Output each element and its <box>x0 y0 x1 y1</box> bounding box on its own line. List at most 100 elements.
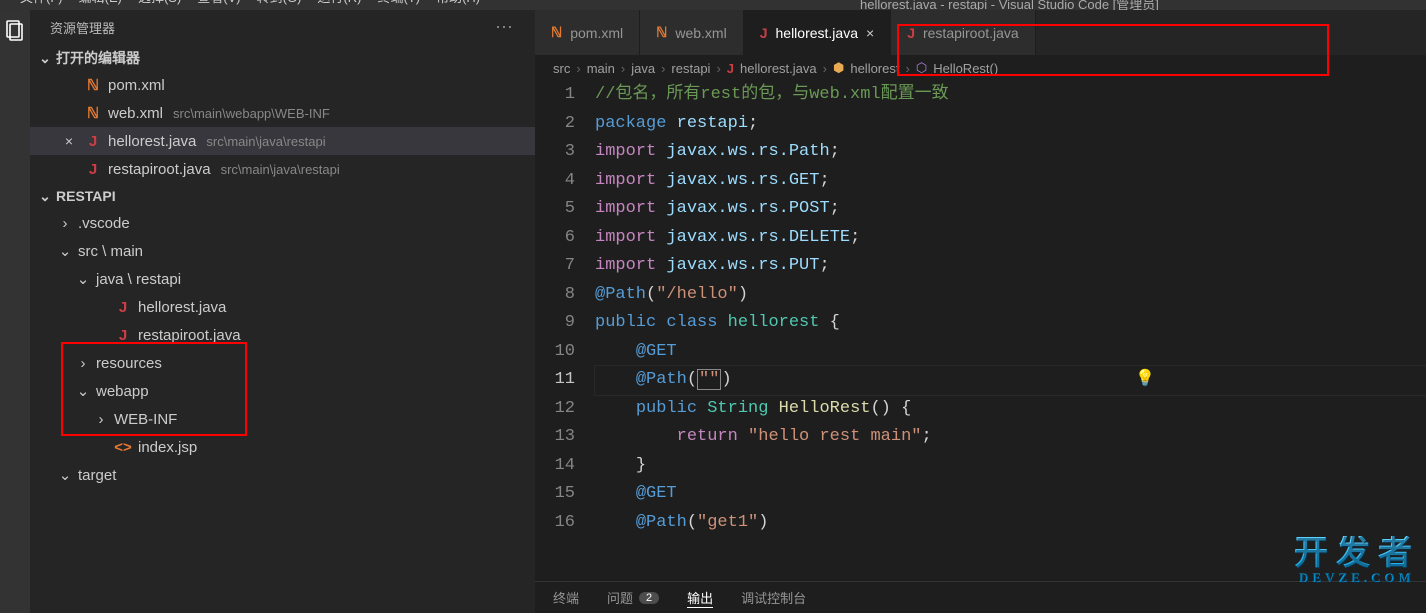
folder-name: src \ main <box>78 243 143 260</box>
menu-item[interactable]: 帮助(H) <box>436 0 480 6</box>
lightbulb-icon[interactable]: 💡 <box>1135 368 1155 388</box>
menu-item[interactable]: 终端(T) <box>377 0 420 6</box>
tree-item[interactable]: ⌄target <box>30 461 535 489</box>
line-number: 11 <box>535 366 575 395</box>
menu-item[interactable]: 运行(R) <box>317 0 361 6</box>
folder-name: resources <box>96 355 162 372</box>
open-editor-item[interactable]: ×Jhellorest.javasrc\main\java\restapi <box>30 127 535 155</box>
code-line[interactable]: @GET <box>595 480 1426 509</box>
chevron-icon: ⌄ <box>58 242 72 260</box>
breadcrumb-segment[interactable]: main <box>587 61 615 76</box>
menu-item[interactable]: 查看(V) <box>197 0 240 6</box>
menu-item[interactable]: 文件(F) <box>20 0 63 6</box>
line-number: 16 <box>535 509 575 538</box>
tree-item[interactable]: ⌄webapp <box>30 377 535 405</box>
code-line[interactable]: @Path("") <box>595 366 1426 395</box>
tab-label: restapiroot.java <box>923 25 1019 41</box>
tab-label: web.xml <box>675 25 726 41</box>
panel-tab-label: 问题 <box>607 588 633 607</box>
breadcrumb-file[interactable]: hellorest.java <box>740 61 817 76</box>
line-number: 8 <box>535 281 575 310</box>
editor-tabs: ℕpom.xmlℕweb.xmlJhellorest.java×Jrestapi… <box>535 10 1426 55</box>
menu-item[interactable]: 编辑(E) <box>79 0 122 6</box>
breadcrumb-segment[interactable]: java <box>631 61 655 76</box>
open-editor-item[interactable]: Jrestapiroot.java src\main\java\restapi <box>30 155 535 183</box>
code-lines[interactable]: //包名，所有rest的包，与web.xml配置一致package restap… <box>595 81 1426 581</box>
tree-item[interactable]: ⌄java \ restapi <box>30 265 535 293</box>
close-icon[interactable]: × <box>60 133 78 149</box>
panel-tab[interactable]: 调试控制台 <box>741 588 806 607</box>
code-line[interactable]: import javax.ws.rs.Path; <box>595 138 1426 167</box>
more-icon[interactable]: ⋯ <box>495 17 515 38</box>
editor-tab[interactable]: Jhellorest.java× <box>744 10 891 55</box>
code-line[interactable]: } <box>595 452 1426 481</box>
line-number: 15 <box>535 480 575 509</box>
java-icon: J <box>727 61 734 76</box>
code-line[interactable]: @Path("get1") <box>595 509 1426 538</box>
code-editor[interactable]: 12345678910111213141516 //包名，所有rest的包，与w… <box>535 81 1426 581</box>
breadcrumb[interactable]: src›main›java›restapi›Jhellorest.java›⬢h… <box>535 55 1426 81</box>
tree-item[interactable]: Jhellorest.java <box>30 293 535 321</box>
java-icon: J <box>84 161 102 178</box>
code-line[interactable]: //包名，所有rest的包，与web.xml配置一致 <box>595 81 1426 110</box>
open-editors-header[interactable]: ⌄ 打开的编辑器 <box>30 45 535 71</box>
tree-item[interactable]: <>index.jsp <box>30 433 535 461</box>
file-path: src\main\java\restapi <box>221 162 340 177</box>
panel-tab-label: 终端 <box>553 588 579 607</box>
xml-icon: ℕ <box>656 24 667 41</box>
code-line[interactable]: import javax.ws.rs.DELETE; <box>595 224 1426 253</box>
java-icon: J <box>114 327 132 344</box>
editor-tab[interactable]: ℕpom.xml <box>535 10 640 55</box>
menu-item[interactable]: 转到(G) <box>257 0 302 6</box>
code-line[interactable]: @Path("/hello") <box>595 281 1426 310</box>
line-number: 2 <box>535 110 575 139</box>
breadcrumb-segment[interactable]: src <box>553 61 570 76</box>
file-name: restapiroot.java <box>108 161 211 178</box>
code-line[interactable]: package restapi; <box>595 110 1426 139</box>
tree-item[interactable]: Jrestapiroot.java <box>30 321 535 349</box>
chevron-icon: › <box>58 215 72 232</box>
project-header[interactable]: ⌄ RESTAPI <box>30 183 535 209</box>
close-icon[interactable]: × <box>866 25 874 41</box>
code-line[interactable]: public String HelloRest() { <box>595 395 1426 424</box>
editor-tab[interactable]: ℕweb.xml <box>640 10 744 55</box>
folder-name: webapp <box>96 383 149 400</box>
xml-icon: ℕ <box>84 76 102 94</box>
explorer-icon[interactable] <box>3 18 27 42</box>
open-editor-item[interactable]: ℕpom.xml <box>30 71 535 99</box>
code-line[interactable]: @GET <box>595 338 1426 367</box>
tree-item[interactable]: › .vscode <box>30 209 535 237</box>
file-name: pom.xml <box>108 77 165 94</box>
line-number: 1 <box>535 81 575 110</box>
folder-name: .vscode <box>78 215 130 232</box>
code-line[interactable]: import javax.ws.rs.PUT; <box>595 252 1426 281</box>
code-line[interactable]: import javax.ws.rs.POST; <box>595 195 1426 224</box>
editor-tab[interactable]: Jrestapiroot.java <box>891 10 1036 55</box>
breadcrumb-segment[interactable]: restapi <box>671 61 710 76</box>
panel-tab[interactable]: 终端 <box>553 588 579 607</box>
file-tree: › .vscode ⌄ src \ main ⌄java \ restapiJhello… <box>30 209 535 489</box>
panel-tab[interactable]: 问题2 <box>607 588 659 607</box>
line-gutter: 12345678910111213141516 <box>535 81 595 581</box>
line-number: 10 <box>535 338 575 367</box>
panel-tab[interactable]: 输出 <box>687 588 713 608</box>
line-number: 13 <box>535 423 575 452</box>
code-line[interactable]: return "hello rest main"; <box>595 423 1426 452</box>
panel-tab-label: 调试控制台 <box>741 588 806 607</box>
line-number: 3 <box>535 138 575 167</box>
tree-item[interactable]: ›WEB-INF <box>30 405 535 433</box>
code-line[interactable]: import javax.ws.rs.GET; <box>595 167 1426 196</box>
tree-item[interactable]: ⌄ src \ main <box>30 237 535 265</box>
panel-tab-label: 输出 <box>687 588 713 607</box>
menu-item[interactable]: 选择(S) <box>138 0 181 6</box>
breadcrumb-method[interactable]: HelloRest() <box>933 61 998 76</box>
xml-icon: ℕ <box>84 104 102 122</box>
file-name: restapiroot.java <box>138 327 241 344</box>
chevron-down-icon: ⌄ <box>38 50 52 67</box>
breadcrumb-class[interactable]: hellorest <box>850 61 899 76</box>
code-line[interactable]: public class hellorest { <box>595 309 1426 338</box>
open-editor-item[interactable]: ℕweb.xmlsrc\main\webapp\WEB-INF <box>30 99 535 127</box>
tree-item[interactable]: ›resources <box>30 349 535 377</box>
java-icon: J <box>760 25 768 41</box>
chevron-icon: ⌄ <box>76 270 90 288</box>
